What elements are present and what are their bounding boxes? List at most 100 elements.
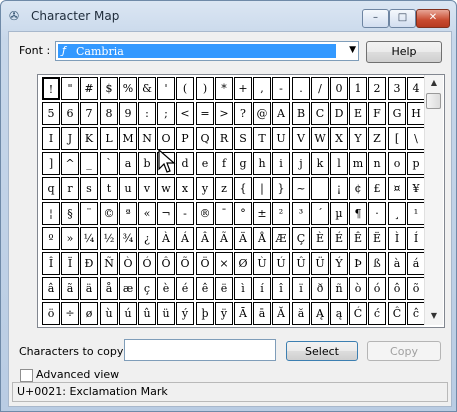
character-cell[interactable]: ü [157,302,175,325]
character-cell[interactable]: z [215,177,233,200]
character-cell[interactable]: Í [407,227,425,250]
character-cell[interactable]: õ [407,277,425,300]
character-cell[interactable]: v [138,177,156,200]
character-cell[interactable]: k [311,152,329,175]
character-cell[interactable]: j [292,152,310,175]
character-cell[interactable]: ã [61,277,79,300]
character-cell[interactable]: J [61,127,79,150]
character-cell[interactable]: · [368,202,386,225]
character-cell[interactable]: º [42,227,60,250]
character-cell[interactable]: ¤ [388,177,406,200]
character-cell[interactable]: # [80,77,98,100]
character-cell[interactable]: ± [253,202,271,225]
scroll-down-icon[interactable]: ▼ [427,311,441,320]
character-cell[interactable]: ¨ [80,202,98,225]
character-cell[interactable]: » [61,227,79,250]
character-cell[interactable]: 9 [119,102,137,125]
character-cell[interactable]: ¾ [119,227,137,250]
character-cell[interactable]: î [272,277,290,300]
character-cell[interactable]: « [138,202,156,225]
character-cell[interactable]: Î [42,252,60,275]
character-cell[interactable]: M [119,127,137,150]
character-cell[interactable]: ø [80,302,98,325]
character-cell[interactable]: á [407,252,425,275]
character-cell[interactable]: Ü [311,252,329,275]
character-cell[interactable]: ö [42,302,60,325]
character-cell[interactable]: - [272,77,290,100]
character-cell[interactable]: ! [42,77,60,100]
character-cell[interactable]: ¥ [407,177,425,200]
character-cell[interactable]: L [100,127,118,150]
character-cell[interactable]: Ą [311,302,329,325]
character-cell[interactable]: ¡ [330,177,348,200]
character-cell[interactable]: ñ [330,277,348,300]
character-cell[interactable]: ą [330,302,348,325]
character-cell[interactable]: : [138,102,156,125]
character-cell[interactable]: m [349,152,367,175]
character-cell[interactable]: 3 [388,77,406,100]
character-cell[interactable]: Ý [330,252,348,275]
character-cell[interactable]: b [138,152,156,175]
character-cell[interactable]: ì [234,277,252,300]
character-cell[interactable]: R [215,127,233,150]
character-cell[interactable]: > [215,102,233,125]
character-cell[interactable]: ¸ [388,202,406,225]
character-cell[interactable]: Á [176,227,194,250]
character-cell[interactable]: | [253,177,271,200]
character-cell[interactable]: Ø [234,252,252,275]
character-cell[interactable]: ` [100,152,118,175]
character-cell[interactable]: ¢ [349,177,367,200]
advanced-view-checkbox[interactable] [20,369,33,382]
character-cell[interactable]: Û [292,252,310,275]
character-cell[interactable]: ý [176,302,194,325]
character-cell[interactable]: å [100,277,118,300]
character-cell[interactable]: " [61,77,79,100]
character-cell[interactable]: - [176,202,194,225]
character-cell[interactable]: £ [368,177,386,200]
character-cell[interactable]: È [311,227,329,250]
title-bar[interactable]: ✇ Character Map – □ ✕ [1,1,456,31]
character-cell[interactable]: p [407,152,425,175]
character-cell[interactable]: Q [196,127,214,150]
character-cell[interactable]: g [234,152,252,175]
character-cell[interactable]: C [311,102,329,125]
character-cell[interactable]: ï [292,277,310,300]
character-cell[interactable]: ª [119,202,137,225]
character-cell[interactable]: P [176,127,194,150]
character-cell[interactable]: É [330,227,348,250]
character-cell[interactable]: Ð [80,252,98,275]
character-cell[interactable]: & [138,77,156,100]
character-cell[interactable]: Ă [272,302,290,325]
character-cell[interactable]: Ã [215,227,233,250]
character-cell[interactable]: ~ [292,177,310,200]
character-cell[interactable]: W [311,127,329,150]
character-cell[interactable]: ¯ [215,202,233,225]
character-cell[interactable]: Ú [272,252,290,275]
character-cell[interactable]: S [234,127,252,150]
character-cell[interactable]: a [119,152,137,175]
help-button[interactable]: Help [366,41,442,63]
character-cell[interactable]: Ā [234,302,252,325]
character-cell[interactable]: è [157,277,175,300]
character-cell[interactable]: 8 [100,102,118,125]
character-cell[interactable]: t [100,177,118,200]
character-cell[interactable]: * [215,77,233,100]
character-cell[interactable]: ® [196,202,214,225]
character-cell[interactable]: à [388,252,406,275]
character-cell[interactable]: × [215,252,233,275]
character-cell[interactable]: ă [292,302,310,325]
character-cell[interactable]: Ó [138,252,156,275]
character-cell[interactable]: Ç [292,227,310,250]
character-cell[interactable]: G [388,102,406,125]
character-cell[interactable]: ) [196,77,214,100]
character-cell[interactable]: ú [119,302,137,325]
character-cell[interactable]: ¦ [42,202,60,225]
scroll-up-icon[interactable]: ▲ [427,78,441,87]
character-cell[interactable]: , [253,77,271,100]
character-cell[interactable]: û [138,302,156,325]
scrollbar-thumb[interactable] [426,93,441,109]
character-cell[interactable]: Â [196,227,214,250]
character-cell[interactable]: ò [349,277,367,300]
character-cell[interactable]: X [330,127,348,150]
character-cell[interactable]: ¿ [138,227,156,250]
